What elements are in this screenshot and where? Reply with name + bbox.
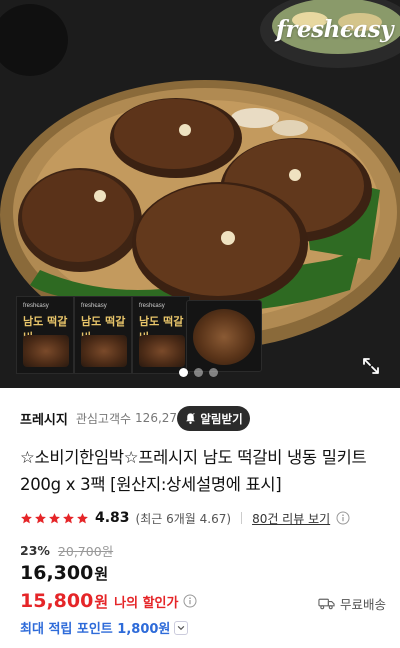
divider [241, 512, 243, 524]
interest-label: 관심고객수 [75, 411, 132, 426]
star-icon [77, 512, 88, 523]
shipping-info: 무료배송 [318, 594, 386, 613]
my-price: 15,800 [20, 590, 94, 612]
chevron-down-icon[interactable] [174, 620, 189, 635]
package-box: freshєasy 남도 떡갈비 [74, 296, 132, 374]
package-photo [139, 335, 185, 367]
star-icon [49, 512, 60, 523]
my-price-row: 15,800 원 나의 할인가 [20, 590, 197, 612]
currency-label: 원 [94, 565, 109, 583]
product-title: ☆소비기한임박☆프레시지 남도 떡갈비 냉동 밀키트 200g x 3팩 [원산… [20, 448, 367, 494]
currency-label: 원 [94, 593, 109, 611]
my-price-label: 나의 할인가 [114, 596, 179, 611]
expand-icon[interactable] [360, 355, 382, 377]
package-photo [23, 335, 69, 367]
star-icon [35, 512, 46, 523]
brand-logo: freshєasy [276, 16, 394, 43]
notify-label: 알림받기 [200, 411, 243, 426]
package-brand: freshєasy [23, 303, 49, 309]
info-icon[interactable] [183, 594, 197, 608]
rating-recent: (최근 6개월 4.67) [135, 511, 232, 526]
carousel-indicator[interactable] [179, 368, 218, 377]
bell-icon [186, 413, 196, 424]
package-brand: freshєasy [81, 303, 107, 309]
truck-icon [318, 598, 335, 610]
review-link[interactable]: 80건 리뷰 보기 [252, 510, 330, 527]
rating-row: 4.83 (최근 6개월 4.67) 80건 리뷰 보기 [20, 507, 350, 529]
sale-price-row: 16,300 원 [20, 562, 108, 584]
package-box: freshєasy 남도 떡갈비 [132, 296, 190, 374]
rating-score: 4.83 [95, 510, 130, 526]
seller-name[interactable]: 프레시지 [20, 409, 68, 428]
package-brand: freshєasy [139, 303, 165, 309]
package-photo [81, 335, 127, 367]
star-icon [21, 512, 32, 523]
points-row[interactable]: 최대 적립 포인트 1,800원 [20, 618, 189, 637]
product-image[interactable]: freshєasy freshєasy 남도 떡갈비 freshєasy 남도 … [0, 0, 400, 388]
carousel-dot[interactable] [179, 368, 188, 377]
notify-button[interactable]: 알림받기 [177, 406, 250, 431]
points-label: 최대 적립 포인트 1,800원 [20, 622, 171, 637]
shipping-label: 무료배송 [340, 597, 387, 612]
carousel-dot[interactable] [209, 368, 218, 377]
original-price: 20,700원 [57, 544, 114, 559]
package-photo [193, 309, 255, 365]
discount-rate: 23% [20, 543, 50, 558]
package-photo-card [186, 300, 262, 372]
carousel-dot[interactable] [194, 368, 203, 377]
seller-row: 프레시지 관심고객수 126,275 [20, 406, 185, 430]
package-box: freshєasy 남도 떡갈비 [16, 296, 74, 374]
info-icon[interactable] [336, 511, 350, 525]
sale-price: 16,300 [20, 562, 94, 584]
star-icon [63, 512, 74, 523]
discount-row: 23% 20,700원 [20, 541, 113, 560]
star-rating [20, 512, 89, 525]
